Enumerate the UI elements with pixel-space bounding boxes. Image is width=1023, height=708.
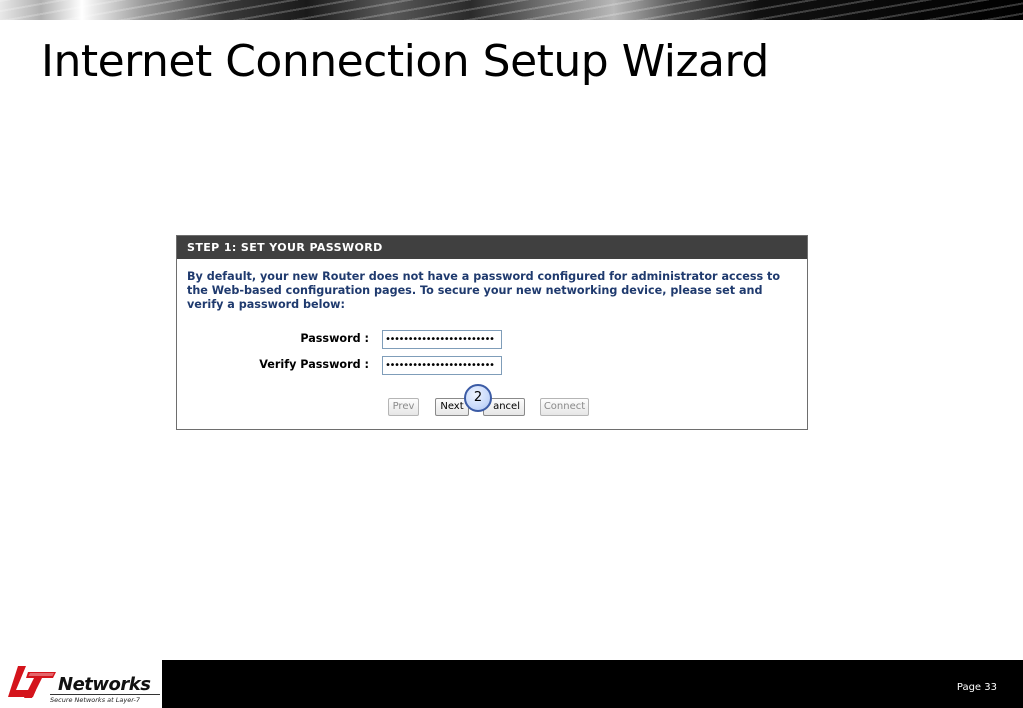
slide: Internet Connection Setup Wizard STEP 1:… [0, 0, 1023, 708]
password-label: Password : [300, 332, 369, 345]
password-row: Password : •••••••••••••••••••••••• [177, 330, 807, 350]
footer-bar: Networks Secure Networks at Layer-7 Page… [0, 660, 1023, 708]
logo-wordmark: Networks [58, 674, 151, 695]
step-callout-badge: 2 [464, 384, 492, 412]
company-logo: Networks Secure Networks at Layer-7 [0, 660, 162, 708]
logo-underline [50, 694, 160, 695]
verify-password-label: Verify Password : [259, 358, 369, 371]
prev-button[interactable]: Prev [388, 398, 419, 416]
slide-title: Internet Connection Setup Wizard [41, 36, 769, 87]
connect-button[interactable]: Connect [540, 398, 589, 416]
password-field[interactable]: •••••••••••••••••••••••• [382, 330, 502, 349]
verify-password-row: Verify Password : ••••••••••••••••••••••… [177, 356, 807, 376]
page-number: Page 33 [956, 682, 997, 693]
verify-password-field[interactable]: •••••••••••••••••••••••• [382, 356, 502, 375]
wizard-description: By default, your new Router does not hav… [187, 270, 781, 311]
logo-tagline: Secure Networks at Layer-7 [50, 696, 140, 704]
wizard-step-header: STEP 1: SET YOUR PASSWORD [177, 236, 807, 259]
wizard-button-row: Prev Next ancel Connect 2 [177, 384, 807, 418]
wizard-panel: STEP 1: SET YOUR PASSWORD By default, yo… [176, 235, 808, 430]
top-bar-stripes [0, 0, 1023, 20]
